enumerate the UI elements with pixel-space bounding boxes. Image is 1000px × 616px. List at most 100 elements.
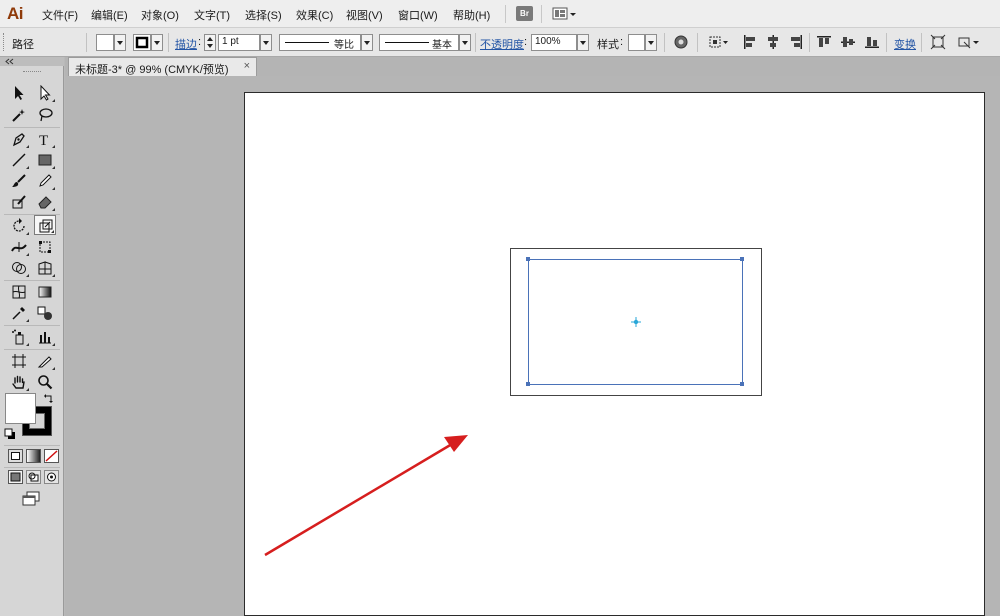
stroke-panel-link[interactable]: 描边 [175, 36, 197, 52]
column-graph-icon [39, 332, 51, 344]
tool-flyout-indicator [26, 319, 29, 322]
tool-group-divider [4, 127, 60, 128]
opacity-input[interactable]: 100% [531, 34, 577, 51]
pencil-tool[interactable] [34, 171, 56, 191]
profile-value: 等比 [334, 40, 354, 51]
menu-edit[interactable]: 编辑(E) [91, 7, 128, 23]
mesh-tool[interactable] [8, 282, 30, 302]
default-fill-stroke-button[interactable] [4, 428, 16, 440]
free-transform-tool[interactable] [34, 237, 56, 257]
menu-file[interactable]: 文件(F) [42, 7, 78, 23]
hand-tool[interactable] [8, 372, 30, 392]
menu-effect[interactable]: 效果(C) [296, 7, 333, 23]
magic-wand-tool[interactable] [8, 105, 30, 125]
stroke-weight-input[interactable]: 1 pt [218, 34, 260, 51]
lasso-tool[interactable] [34, 105, 56, 125]
rotate-tool[interactable] [8, 216, 30, 236]
eraser-icon [38, 196, 52, 209]
shape-builder-tool[interactable] [8, 258, 30, 278]
stroke-color-swatch[interactable] [133, 34, 151, 51]
type-tool[interactable]: T [34, 129, 56, 149]
graphic-style-dropdown[interactable] [645, 34, 657, 51]
rectangle-tool[interactable] [34, 150, 56, 170]
document-tab-close-icon[interactable]: × [244, 60, 250, 72]
change-screen-mode-button[interactable] [21, 491, 43, 507]
menu-window[interactable]: 窗口(W) [398, 7, 438, 23]
draw-inside-button[interactable] [44, 470, 59, 484]
swap-fill-stroke-button[interactable] [43, 392, 55, 404]
selection-arrow-icon [15, 86, 24, 100]
color-mode-button[interactable] [8, 449, 23, 463]
fill-color-swatch[interactable] [96, 34, 114, 51]
menu-object[interactable]: 对象(O) [141, 7, 179, 23]
blend-tool[interactable] [34, 303, 56, 323]
opacity-dropdown[interactable] [577, 34, 589, 51]
arrange-documents-button[interactable] [552, 6, 577, 22]
bridge-button[interactable]: Br [516, 6, 533, 21]
stroke-swatch-icon [135, 36, 149, 49]
symbol-sprayer-tool[interactable] [8, 327, 30, 347]
brush-definition-select[interactable]: 基本 [379, 34, 459, 51]
symbol-sprayer-icon [12, 329, 24, 345]
brush-dropdown[interactable] [459, 34, 471, 51]
control-separator [809, 33, 810, 52]
align-left-button[interactable] [742, 34, 758, 50]
column-graph-tool[interactable] [34, 327, 56, 347]
tools-panel-grip[interactable] [23, 71, 41, 73]
magic-wand-icon [12, 109, 25, 122]
artboard[interactable] [244, 92, 985, 616]
align-right-button[interactable] [788, 34, 804, 50]
variable-width-profile-select[interactable]: 等比 [279, 34, 361, 51]
fill-color-dropdown[interactable] [114, 34, 126, 51]
stroke-weight-dropdown[interactable] [260, 34, 272, 51]
stroke-color-dropdown[interactable] [151, 34, 163, 51]
blob-brush-tool[interactable] [8, 192, 30, 212]
none-mode-button[interactable] [44, 449, 59, 463]
align-vertical-center-button[interactable] [840, 34, 856, 50]
scale-tool[interactable] [34, 215, 56, 235]
line-segment-tool[interactable] [8, 150, 30, 170]
pen-tool[interactable] [8, 129, 30, 149]
opacity-panel-link[interactable]: 不透明度 [480, 36, 524, 52]
eyedropper-tool[interactable] [8, 303, 30, 323]
eraser-tool[interactable] [34, 192, 56, 212]
zoom-tool[interactable] [34, 372, 56, 392]
menu-type[interactable]: 文字(T) [194, 7, 230, 23]
align-to-button[interactable] [708, 34, 730, 50]
slice-tool[interactable] [34, 351, 56, 371]
tools-panel-header[interactable] [0, 57, 64, 66]
gradient-mode-button[interactable] [26, 449, 41, 463]
draw-behind-button[interactable] [26, 470, 41, 484]
tool-flyout-indicator [52, 99, 55, 102]
artboard-tool[interactable] [8, 351, 30, 371]
transform-panel-link[interactable]: 变换 [894, 36, 916, 52]
draw-normal-button[interactable] [8, 470, 23, 484]
direct-selection-tool[interactable] [34, 83, 56, 103]
fill-color-box[interactable] [5, 393, 36, 424]
panel-menu-button[interactable] [957, 34, 983, 50]
control-separator [886, 33, 887, 52]
profile-dropdown[interactable] [361, 34, 373, 51]
mesh-icon [12, 285, 26, 299]
paintbrush-tool[interactable] [8, 171, 30, 191]
swap-fill-stroke-icon [44, 394, 53, 403]
align-horizontal-center-button[interactable] [765, 34, 781, 50]
document-tab-bar: 未标题-3* @ 99% (CMYK/预览) × [65, 57, 1000, 76]
control-bar-grip[interactable] [3, 33, 6, 51]
width-tool[interactable] [8, 237, 30, 257]
recolor-artwork-button[interactable] [673, 34, 689, 50]
menu-help[interactable]: 帮助(H) [453, 7, 490, 23]
perspective-grid-tool[interactable] [34, 258, 56, 278]
menu-select[interactable]: 选择(S) [245, 7, 282, 23]
isolate-selected-button[interactable] [930, 34, 946, 50]
menu-view[interactable]: 视图(V) [346, 7, 383, 23]
selection-tool[interactable] [8, 83, 30, 103]
align-bottom-button[interactable] [864, 34, 880, 50]
align-top-button[interactable] [816, 34, 832, 50]
document-tab[interactable]: 未标题-3* @ 99% (CMYK/预览) × [68, 57, 257, 76]
graphic-style-swatch[interactable] [628, 34, 645, 51]
align-horizontal-center-icon [768, 35, 778, 49]
gradient-tool[interactable] [34, 282, 56, 302]
stroke-weight-stepper[interactable] [204, 34, 216, 51]
tool-flyout-indicator [52, 274, 55, 277]
